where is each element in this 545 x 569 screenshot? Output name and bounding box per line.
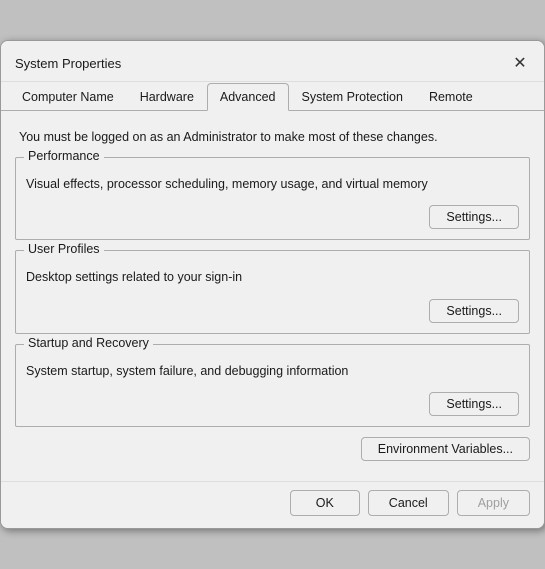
environment-variables-button[interactable]: Environment Variables...: [361, 437, 530, 461]
environment-variables-row: Environment Variables...: [15, 437, 530, 461]
user-profiles-footer: Settings...: [26, 299, 519, 323]
title-bar: System Properties ✕: [1, 41, 544, 82]
tab-advanced[interactable]: Advanced: [207, 83, 289, 111]
tab-computer-name[interactable]: Computer Name: [9, 83, 127, 111]
performance-settings-button[interactable]: Settings...: [429, 205, 519, 229]
ok-button[interactable]: OK: [290, 490, 360, 516]
cancel-button[interactable]: Cancel: [368, 490, 449, 516]
tab-bar: Computer Name Hardware Advanced System P…: [1, 82, 544, 111]
startup-recovery-settings-button[interactable]: Settings...: [429, 392, 519, 416]
user-profiles-settings-button[interactable]: Settings...: [429, 299, 519, 323]
startup-recovery-section: Startup and Recovery System startup, sys…: [15, 344, 530, 428]
startup-recovery-description: System startup, system failure, and debu…: [26, 359, 519, 387]
performance-description: Visual effects, processor scheduling, me…: [26, 172, 519, 200]
tab-hardware[interactable]: Hardware: [127, 83, 207, 111]
user-profiles-section-title: User Profiles: [24, 242, 104, 256]
system-properties-dialog: System Properties ✕ Computer Name Hardwa…: [0, 40, 545, 529]
startup-recovery-footer: Settings...: [26, 392, 519, 416]
close-button[interactable]: ✕: [508, 51, 532, 75]
tab-remote[interactable]: Remote: [416, 83, 486, 111]
window-title: System Properties: [15, 56, 121, 71]
tab-content: You must be logged on as an Administrato…: [1, 111, 544, 481]
tab-system-protection[interactable]: System Protection: [289, 83, 416, 111]
performance-section-title: Performance: [24, 149, 104, 163]
apply-button[interactable]: Apply: [457, 490, 530, 516]
dialog-footer: OK Cancel Apply: [1, 481, 544, 528]
user-profiles-description: Desktop settings related to your sign-in: [26, 265, 519, 293]
performance-footer: Settings...: [26, 205, 519, 229]
performance-section: Performance Visual effects, processor sc…: [15, 157, 530, 241]
startup-recovery-section-title: Startup and Recovery: [24, 336, 153, 350]
user-profiles-section: User Profiles Desktop settings related t…: [15, 250, 530, 334]
